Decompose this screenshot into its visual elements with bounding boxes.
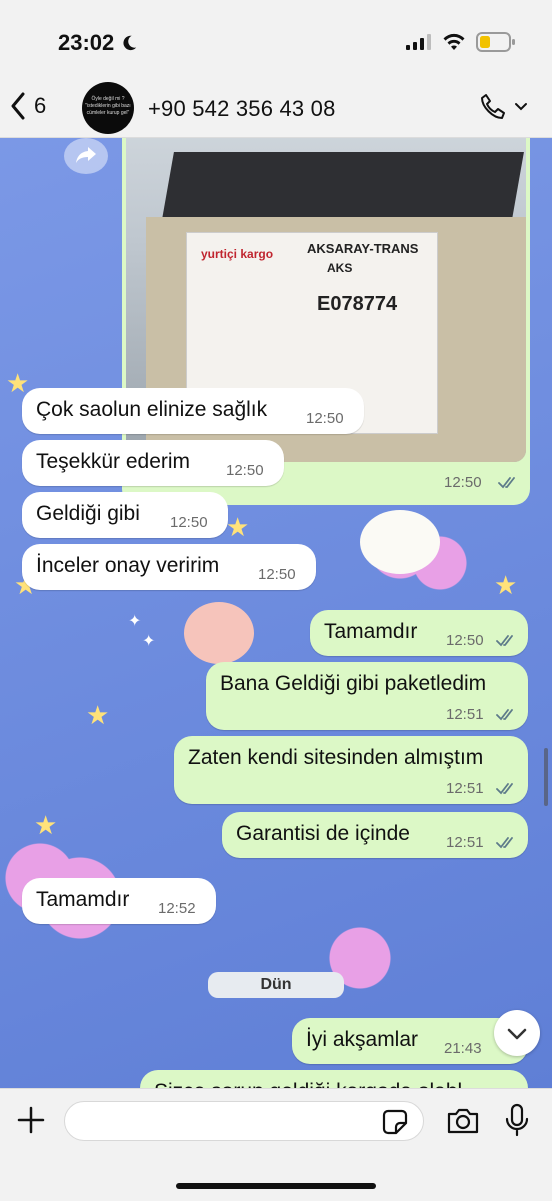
label-title: AKSARAY-TRANS [307, 241, 419, 256]
moon-icon [123, 35, 137, 51]
chevron-down-icon [515, 103, 527, 111]
message-time: 12:50 [170, 514, 208, 531]
incoming-message[interactable]: İnceler onay veririm 12:50 [22, 544, 316, 590]
message-text: Tamamdır [324, 620, 418, 643]
message-text: Bana Geldiği gibi paketledim [220, 672, 487, 695]
avatar-text: Öyle değil mi ? "istediklerin gibi bazı … [85, 96, 131, 116]
message-time: 12:50 [258, 566, 296, 583]
label-logo: yurtiçi kargo [201, 247, 274, 261]
status-bar: 23:02 [0, 0, 552, 80]
double-check-icon [496, 837, 513, 849]
avatar[interactable]: Öyle değil mi ? "istediklerin gibi bazı … [82, 82, 134, 134]
double-check-icon [496, 635, 513, 647]
signal-icon [406, 34, 431, 50]
chat-area[interactable]: ★ ★ ★ ★ ★ ★ ★ ★ ✦ ✦ yurtiçi kargo AKSARA… [0, 138, 552, 1088]
label-code: E078774 [317, 293, 398, 315]
date-divider: Dün [208, 972, 344, 998]
star-decoration: ★ [34, 810, 58, 840]
incoming-message[interactable]: Teşekkür ederim 12:50 [22, 440, 284, 486]
message-text: Çok saolun elinize sağlık [36, 398, 268, 421]
chevron-down-icon [507, 1028, 527, 1040]
star-decoration: ★ [6, 368, 30, 398]
double-check-icon [496, 783, 513, 795]
camera-icon[interactable] [446, 1107, 480, 1135]
plus-icon[interactable] [16, 1105, 46, 1135]
battery-icon [476, 32, 515, 52]
scroll-down-button[interactable] [494, 1010, 540, 1056]
star-decoration: ★ [494, 570, 518, 600]
clock: 23:02 [58, 30, 115, 55]
message-time: 12:51 [446, 706, 484, 723]
sticker-icon[interactable] [382, 1109, 408, 1135]
outgoing-message[interactable]: Garantisi de içinde 12:51 [222, 812, 528, 858]
double-check-icon [496, 709, 513, 721]
sparkle-decoration: ✦ [142, 633, 156, 650]
message-text: Garantisi de içinde [236, 822, 410, 845]
message-text: İyi akşamlar [306, 1028, 419, 1051]
message-input[interactable] [64, 1101, 424, 1141]
message-text: Tamamdır [36, 888, 130, 911]
star-decoration: ★ [86, 700, 110, 730]
message-time: 21:43 [444, 1040, 482, 1057]
mic-icon[interactable] [504, 1103, 530, 1137]
message-text: Sizce sorun geldiği kargoda olabl [154, 1080, 462, 1088]
outgoing-message[interactable]: Tamamdır 12:50 [310, 610, 528, 656]
message-text: Zaten kendi sitesinden almıştım [188, 746, 484, 769]
message-text: İnceler onay veririm [36, 554, 220, 577]
star-decoration: ★ [226, 512, 250, 542]
double-check-icon [498, 477, 515, 489]
unread-count: 6 [34, 93, 47, 118]
scrollbar[interactable] [544, 748, 548, 806]
home-indicator [176, 1183, 376, 1189]
outgoing-message[interactable]: İyi akşamlar 21:43 [292, 1018, 528, 1064]
message-time: 12:52 [158, 900, 196, 917]
call-button[interactable] [478, 92, 528, 122]
label-sub: AKS [327, 261, 353, 275]
message-time: 12:50 [444, 474, 482, 491]
sparkle-decoration: ✦ [128, 613, 142, 630]
incoming-message[interactable]: Geldiği gibi 12:50 [22, 492, 228, 538]
back-button[interactable]: 6 [10, 92, 46, 120]
message-composer [0, 1088, 552, 1201]
character-decoration [360, 510, 440, 574]
message-text: Teşekkür ederim [36, 450, 191, 473]
incoming-message[interactable]: Çok saolun elinize sağlık 12:50 [22, 388, 364, 434]
message-time: 12:50 [226, 462, 264, 479]
outgoing-message[interactable]: Bana Geldiği gibi paketledim 12:51 [206, 662, 528, 730]
character-decoration [184, 602, 254, 664]
phone-icon [481, 94, 505, 119]
message-time: 12:51 [446, 780, 484, 797]
incoming-message[interactable]: Tamamdır 12:52 [22, 878, 216, 924]
contact-name[interactable]: +90 542 356 43 08 [148, 96, 336, 122]
message-time: 12:50 [306, 410, 344, 427]
forward-icon [76, 146, 96, 163]
message-text: Geldiği gibi [36, 502, 140, 525]
outgoing-message[interactable]: Zaten kendi sitesinden almıştım 12:51 [174, 736, 528, 804]
message-time: 12:51 [446, 834, 484, 851]
outgoing-message[interactable]: Sizce sorun geldiği kargoda olabl [140, 1070, 528, 1088]
wifi-icon [443, 33, 465, 50]
status-time: 23:02 [58, 30, 138, 56]
back-chevron-icon [11, 92, 25, 120]
chat-header: 6 Öyle değil mi ? "istediklerin gibi baz… [0, 80, 552, 138]
forward-button[interactable] [64, 138, 108, 174]
status-icons [406, 32, 516, 52]
message-time: 12:50 [446, 632, 484, 649]
